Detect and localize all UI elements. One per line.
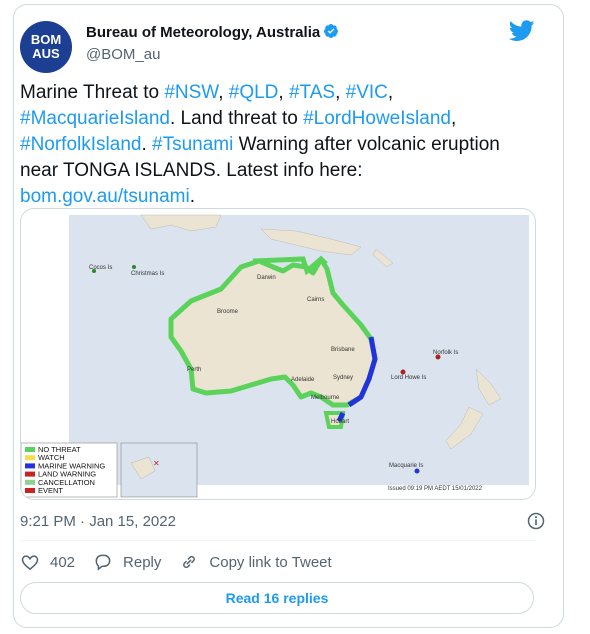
map-label-melbourne: Melbourne — [311, 395, 340, 401]
reply-label: Reply — [123, 553, 162, 571]
map-inset — [120, 442, 198, 498]
info-icon[interactable] — [526, 511, 546, 531]
author-name[interactable]: Bureau of Meteorology, Australia — [86, 23, 339, 41]
tweet-text-part: . — [141, 134, 153, 155]
legend-swatch — [25, 479, 35, 485]
hashtag-macquarie-island[interactable]: #MacquarieIsland — [20, 108, 170, 129]
map-dot-christmas — [132, 265, 136, 269]
author-handle[interactable]: @BOM_au — [86, 46, 160, 63]
map-label-broome: Broome — [217, 309, 239, 315]
hashtag-tas[interactable]: #TAS — [289, 82, 335, 103]
tweet-text-part: Marine Threat to — [20, 82, 165, 103]
legend-swatch — [25, 488, 35, 493]
tweet-text-part: , — [450, 108, 457, 129]
legend-swatch — [25, 471, 35, 477]
copy-link-label: Copy link to Tweet — [209, 553, 332, 571]
legend-swatch — [25, 463, 35, 469]
legend-swatch — [25, 455, 35, 461]
map-dot-macquarie — [414, 468, 420, 474]
map-label-brisbane: Brisbane — [331, 347, 355, 353]
map-label-cocos: Cocos Is — [89, 265, 112, 271]
tweet-timestamp[interactable]: 9:21 PM · Jan 15, 2022 — [20, 513, 176, 530]
tweet-text-part: , — [278, 82, 289, 103]
hashtag-vic[interactable]: #VIC — [346, 82, 388, 103]
map-label-sydney: Sydney — [333, 375, 353, 381]
divider — [20, 540, 536, 541]
map-label-lordhowe: Lord Howe Is — [391, 375, 426, 381]
legend-swatch — [25, 447, 35, 452]
map-dot-lordhowe — [400, 369, 406, 375]
tweet-text-part: . — [189, 186, 195, 207]
map-label-cairns: Cairns — [307, 297, 324, 303]
like-count: 402 — [50, 553, 76, 571]
map-label-macquarie: Macquarie Is — [389, 463, 423, 469]
reply-button[interactable]: Reply — [93, 552, 161, 572]
like-button[interactable]: 402 — [20, 552, 75, 572]
tweet-actions: 402 Reply Copy link to Tweet — [20, 550, 350, 574]
map-label-hobart: Hobart — [331, 419, 349, 425]
hashtag-lord-howe-island[interactable]: #LordHoweIsland — [303, 108, 451, 129]
tweet-text-part: , — [335, 82, 346, 103]
tsunami-map-svg: Cocos Is Christmas Is Darwin Cairns Broo… — [21, 214, 529, 498]
read-replies-button[interactable]: Read 16 replies — [20, 582, 534, 614]
map-label-perth: Perth — [187, 367, 201, 373]
heart-icon — [21, 555, 39, 571]
legend-label: EVENT — [38, 486, 63, 495]
map-label-norfolk: Norfolk Is — [433, 350, 458, 356]
verified-badge-icon — [324, 24, 339, 38]
tweet-text-part: , — [387, 82, 394, 103]
tweet-text-part: , — [218, 82, 229, 103]
avatar[interactable]: BOM AUS — [20, 21, 72, 73]
copy-link-button[interactable]: Copy link to Tweet — [179, 552, 332, 572]
link-icon — [183, 555, 196, 569]
map-label-darwin: Darwin — [257, 275, 276, 281]
map-label-adelaide: Adelaide — [291, 377, 315, 383]
hashtag-qld[interactable]: #QLD — [229, 82, 279, 103]
tsunami-info-link[interactable]: bom.gov.au/tsunami — [20, 186, 190, 207]
tweet-text-part: . Land threat to — [169, 108, 304, 129]
twitter-bird-icon[interactable] — [509, 20, 535, 42]
tweet-text: Marine Threat to #NSW, #QLD, #TAS, #VIC,… — [20, 80, 540, 210]
hashtag-norfolk-island[interactable]: #NorfolkIsland — [20, 134, 141, 155]
hashtag-nsw[interactable]: #NSW — [164, 82, 218, 103]
hashtag-tsunami[interactable]: #Tsunami — [152, 134, 233, 155]
reply-icon — [95, 554, 111, 571]
avatar-line1: BOM — [30, 32, 62, 47]
map-inset-event-icon: ✕ — [153, 459, 160, 468]
map-issued-text: Issued 09:19 PM AEDT 15/01/2022 — [388, 486, 483, 492]
map-label-christmas: Christmas Is — [131, 271, 164, 277]
avatar-line2: AUS — [32, 46, 60, 61]
tsunami-map-image[interactable]: Cocos Is Christmas Is Darwin Cairns Broo… — [20, 208, 536, 500]
author-name-text: Bureau of Meteorology, Australia — [86, 24, 321, 41]
